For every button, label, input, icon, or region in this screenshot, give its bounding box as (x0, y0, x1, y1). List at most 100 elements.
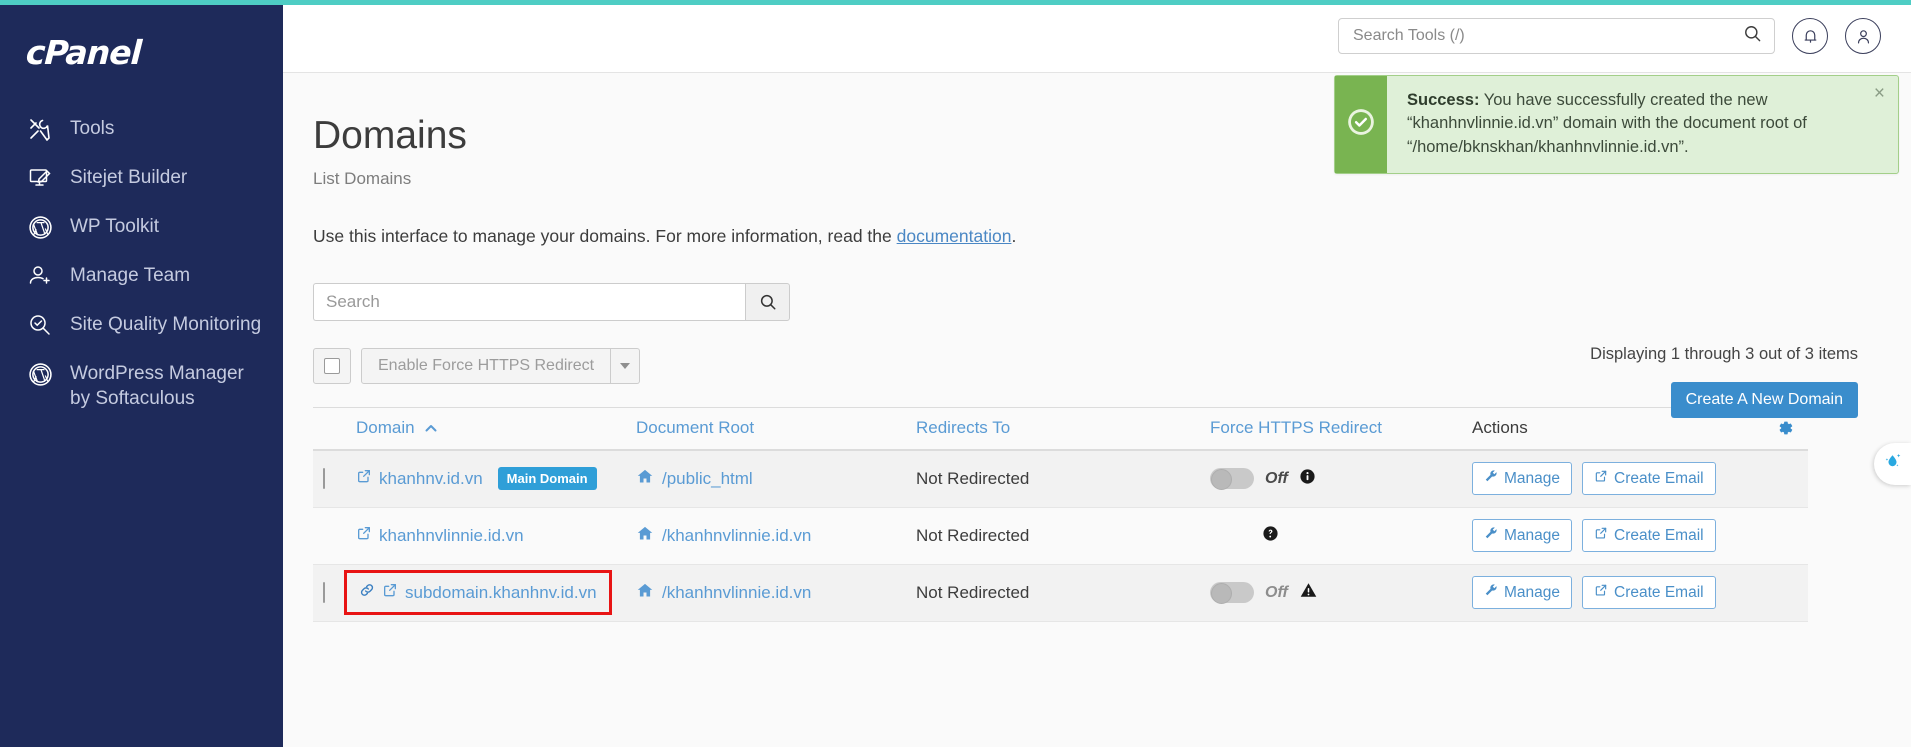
column-header-label: Domain (356, 418, 415, 438)
select-all-checkbox[interactable] (313, 347, 351, 384)
manage-button-label: Manage (1504, 583, 1561, 601)
enable-force-https-redirect-split-button: Enable Force HTTPS Redirect (361, 347, 641, 384)
table-row: khanhnvlinnie.id.vn /khanhnvlinnie.id.vn… (313, 507, 1808, 565)
row-redirects-to: Not Redirected (916, 525, 1030, 545)
documentation-link[interactable]: documentation (897, 226, 1012, 246)
wordpress-icon (26, 361, 54, 387)
wrench-icon (1484, 469, 1498, 488)
manage-button[interactable]: Manage (1472, 519, 1573, 553)
search-icon (1743, 24, 1762, 48)
notifications-button[interactable] (1792, 18, 1828, 54)
create-a-new-domain-button[interactable]: Create A New Domain (1670, 382, 1858, 418)
tool-search-box[interactable] (1338, 18, 1775, 54)
domain-search-row (313, 282, 1911, 321)
table-row: subdomain.khanhnv.id.vn /khanhnvlinnie.i… (313, 564, 1808, 622)
intro-text-end: . (1011, 225, 1017, 246)
row-domain-cell: khanhnv.id.vn Main Domain (356, 467, 636, 491)
search-submit-button[interactable] (745, 282, 790, 321)
row-checkbox[interactable] (323, 467, 325, 489)
enable-force-https-redirect-dropdown[interactable] (611, 347, 641, 384)
external-link-icon (356, 468, 372, 489)
float-widget-button[interactable] (1874, 443, 1911, 485)
row-document-root-cell: /khanhnvlinnie.id.vn (636, 525, 916, 547)
column-header-domain[interactable]: Domain (356, 418, 636, 438)
row-document-root-cell: /public_html (636, 468, 916, 490)
water-drop-sparkle-icon (1881, 450, 1904, 478)
create-email-button[interactable]: Create Email (1582, 519, 1716, 553)
checkbox-box (324, 357, 340, 374)
row-actions-cell: Manage Create Email (1472, 462, 1762, 496)
table-settings-button[interactable] (1762, 418, 1808, 438)
row-actions-cell: Manage Create Email (1472, 519, 1762, 553)
column-header-actions: Actions (1472, 418, 1528, 438)
row-force-https-cell: Off (1210, 581, 1472, 605)
chevron-up-icon (425, 418, 437, 438)
enable-force-https-redirect-button[interactable]: Enable Force HTTPS Redirect (361, 347, 612, 384)
manage-button[interactable]: Manage (1472, 462, 1573, 496)
sidebar-item-site-quality-monitoring[interactable]: Site Quality Monitoring (0, 300, 283, 349)
sidebar-item-label: Manage Team (70, 265, 191, 286)
row-domain-link[interactable]: khanhnv.id.vn (379, 469, 483, 489)
create-email-button[interactable]: Create Email (1582, 576, 1716, 610)
table-row: khanhnv.id.vn Main Domain /public_html N… (313, 450, 1808, 508)
displaying-count: Displaying 1 through 3 out of 3 items (1590, 345, 1858, 363)
row-checkbox[interactable] (323, 581, 325, 603)
search-tools-input[interactable] (1353, 27, 1735, 45)
top-accent-bar (0, 0, 1911, 5)
column-header-document-root[interactable]: Document Root (636, 418, 916, 438)
main-content: Success: You have successfully created t… (283, 0, 1911, 747)
notification-body: Success: You have successfully created t… (1387, 76, 1898, 173)
row-force-https-cell: Off (1210, 468, 1472, 491)
cpanel-logo[interactable]: cPanel (0, 5, 283, 98)
info-circle-icon[interactable] (1299, 468, 1316, 490)
notification-status-bar (1335, 76, 1387, 174)
external-link-icon (1594, 469, 1608, 488)
search-input-wrapper[interactable] (313, 282, 745, 321)
question-circle-icon[interactable] (1262, 525, 1279, 547)
row-force-https-cell (1210, 525, 1472, 547)
row-document-root-link[interactable]: /khanhnvlinnie.id.vn (662, 583, 811, 603)
row-domain-link[interactable]: khanhnvlinnie.id.vn (379, 526, 524, 546)
force-https-toggle[interactable] (1210, 582, 1254, 605)
magnifier-check-icon (26, 312, 54, 338)
sidebar-item-manage-team[interactable]: Manage Team (0, 251, 283, 300)
row-document-root-link[interactable]: /public_html (662, 469, 753, 489)
sidebar-item-wordpress-manager[interactable]: WordPress Manager by Softaculous (0, 349, 283, 422)
sidebar-item-sitejet-builder[interactable]: Sitejet Builder (0, 153, 283, 202)
manage-button[interactable]: Manage (1472, 576, 1573, 610)
top-bar (283, 0, 1911, 73)
search-input[interactable] (326, 291, 733, 312)
intro-text: Use this interface to manage your domain… (313, 226, 1911, 247)
manage-button-label: Manage (1504, 469, 1561, 487)
warning-triangle-icon[interactable] (1299, 581, 1318, 604)
sidebar-item-tools[interactable]: Tools (0, 104, 283, 153)
sidebar-item-wp-toolkit[interactable]: WP Toolkit (0, 202, 283, 251)
account-button[interactable] (1845, 18, 1881, 54)
row-document-root-link[interactable]: /khanhnvlinnie.id.vn (662, 526, 811, 546)
sidebar: cPanel Tools Sitejet Builder WP Toolkit … (0, 0, 283, 747)
domains-table: Domain Document Root Redirects To Force … (313, 406, 1808, 622)
main-domain-badge: Main Domain (497, 467, 597, 491)
sidebar-item-label: WordPress Manager by Softaculous (70, 363, 244, 410)
close-icon[interactable]: × (1874, 84, 1885, 103)
intro-text-lead: Use this interface to manage your domain… (313, 225, 897, 246)
row-redirects-to: Not Redirected (916, 468, 1030, 488)
column-header-force-https-redirect[interactable]: Force HTTPS Redirect (1210, 418, 1472, 438)
sidebar-item-label: Tools (70, 118, 115, 139)
sidebar-nav: Tools Sitejet Builder WP Toolkit Manage … (0, 98, 283, 422)
sidebar-item-label: Sitejet Builder (70, 167, 188, 188)
external-link-icon (382, 582, 398, 603)
home-icon (636, 582, 654, 604)
link-icon (359, 582, 375, 603)
row-domain-link[interactable]: subdomain.khanhnv.id.vn (405, 583, 597, 603)
gear-icon (1779, 421, 1793, 435)
row-actions-cell: Manage Create Email (1472, 576, 1762, 610)
column-header-redirects-to[interactable]: Redirects To (916, 418, 1210, 438)
create-email-button[interactable]: Create Email (1582, 462, 1716, 496)
row-redirects-to: Not Redirected (916, 582, 1030, 602)
home-icon (636, 525, 654, 547)
force-https-toggle[interactable] (1210, 468, 1254, 491)
check-circle-icon (1347, 108, 1375, 141)
notification-label: Success: (1407, 91, 1480, 109)
home-icon (636, 468, 654, 490)
